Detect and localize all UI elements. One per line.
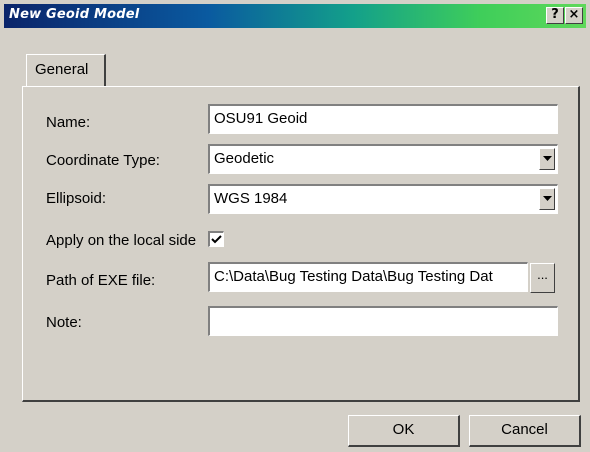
checkmark-icon <box>211 235 222 244</box>
close-button[interactable]: × <box>565 7 583 24</box>
title-bar[interactable]: New Geoid Model ? × <box>4 4 586 28</box>
coordinate-type-value: Geodetic <box>214 150 275 167</box>
coordinate-type-label: Coordinate Type: <box>46 152 160 169</box>
ellipsoid-select[interactable]: WGS 1984 <box>208 184 558 214</box>
tab-general-label: General <box>35 61 89 78</box>
exe-path-label: Path of EXE file: <box>46 272 156 289</box>
note-label: Note: <box>46 314 82 331</box>
name-label: Name: <box>46 114 91 131</box>
help-button[interactable]: ? <box>546 7 564 24</box>
apply-local-checkbox[interactable] <box>208 231 224 247</box>
exe-path-value: C:\Data\Bug Testing Data\Bug Testing Dat <box>214 268 493 285</box>
new-geoid-model-dialog: New Geoid Model ? × General Name: OSU91 … <box>0 0 590 452</box>
chevron-down-icon <box>543 196 552 201</box>
cancel-button[interactable]: Cancel <box>469 415 581 447</box>
apply-local-label: Apply on the local side <box>46 232 197 249</box>
name-input-value: OSU91 Geoid <box>214 110 308 127</box>
chevron-down-icon <box>543 156 552 161</box>
ellipsoid-label: Ellipsoid: <box>46 190 107 207</box>
window-title: New Geoid Model <box>9 7 140 22</box>
exe-path-input[interactable]: C:\Data\Bug Testing Data\Bug Testing Dat <box>208 262 528 292</box>
tab-general[interactable]: General <box>26 54 106 86</box>
note-input[interactable] <box>208 306 558 336</box>
coordinate-type-dropdown-button[interactable] <box>539 148 555 170</box>
ellipsoid-value: WGS 1984 <box>214 190 288 207</box>
ellipsoid-dropdown-button[interactable] <box>539 188 555 210</box>
name-input[interactable]: OSU91 Geoid <box>208 104 558 134</box>
ok-button[interactable]: OK <box>348 415 460 447</box>
coordinate-type-select[interactable]: Geodetic <box>208 144 558 174</box>
browse-button[interactable]: ... <box>530 263 555 293</box>
